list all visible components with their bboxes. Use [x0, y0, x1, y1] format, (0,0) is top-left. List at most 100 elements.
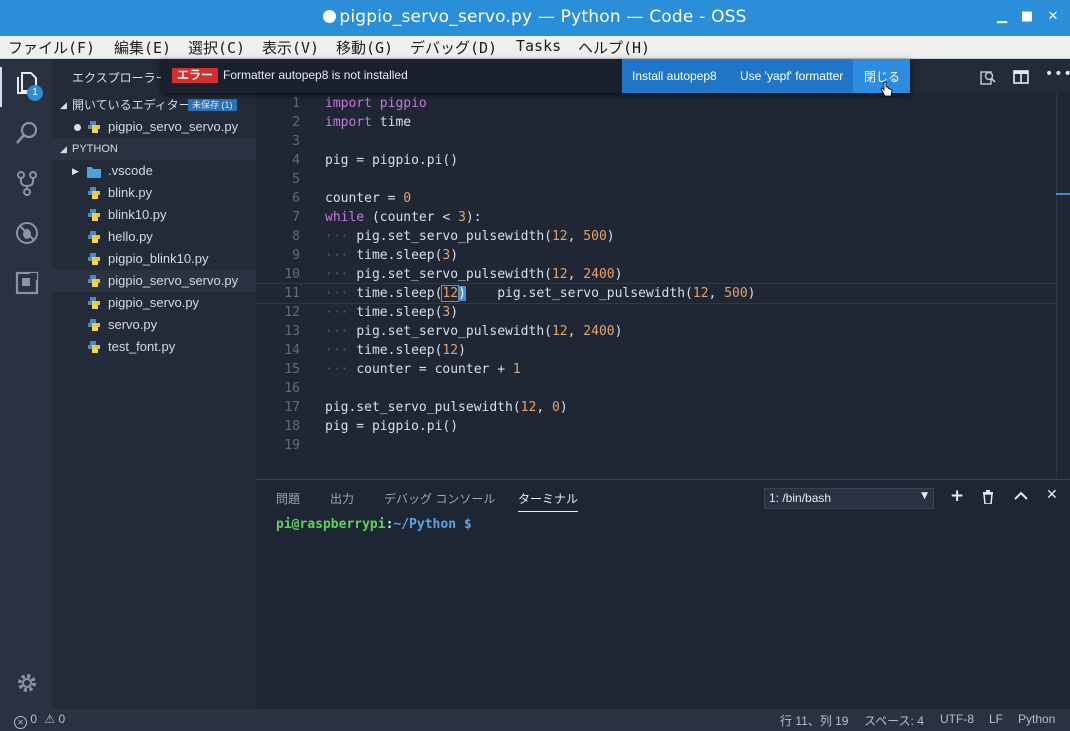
menu-view[interactable]: 表示(V) [262, 37, 319, 58]
explorer-sidebar: エクスプローラー ◢ 開いているエディター 未保存 (1) pigpio_ser… [52, 59, 256, 709]
file-item[interactable]: pigpio_blink10.py [52, 248, 256, 270]
more-actions-icon[interactable]: ••• [1045, 66, 1070, 82]
extensions-icon[interactable] [14, 270, 40, 296]
warning-icon: ⚠ [44, 712, 56, 726]
terminal-select[interactable]: 1: /bin/bash ▼ [764, 488, 934, 509]
tab-debug-console[interactable]: デバッグ コンソール [384, 490, 495, 507]
tab-output[interactable]: 出力 [330, 490, 354, 507]
code-line: ··· pig.set_servo_pulsewidth(12, 2400) [325, 324, 622, 339]
editor-scrollbar[interactable] [1056, 93, 1070, 478]
open-editors-label: 開いているエディター [72, 98, 191, 112]
terminal-select-value: 1: /bin/bash [769, 491, 832, 505]
code-token: 12 [551, 267, 568, 282]
python-file-icon [88, 209, 100, 221]
file-item[interactable]: servo.py [52, 314, 256, 336]
encoding[interactable]: UTF-8 [940, 712, 974, 726]
maximize-icon[interactable]: ■ [1019, 9, 1035, 24]
file-item[interactable]: test_font.py [52, 336, 256, 358]
tab-terminal[interactable]: ターミナル [518, 490, 579, 512]
window-title-text: pigpio_servo_servo.py — Python — Code - … [339, 7, 747, 27]
gear-icon[interactable] [14, 670, 40, 696]
file-item[interactable]: blink10.py [52, 204, 256, 226]
folder-vscode[interactable]: ▶ .vscode [52, 160, 256, 182]
folder-header-python[interactable]: ◢ PYTHON [52, 138, 256, 160]
code-token: 12 [692, 286, 709, 301]
use-yapf-button[interactable]: Use 'yapf' formatter [740, 69, 843, 83]
file-label: pigpio_servo.py [108, 295, 200, 310]
code-token: time.sleep( [356, 305, 443, 320]
file-item[interactable]: hello.py [52, 226, 256, 248]
code-line: import time [325, 115, 411, 130]
indent-guide: ··· [325, 267, 349, 282]
code-line: while (counter < 3): [325, 210, 482, 225]
open-editors-header[interactable]: ◢ 開いているエディター 未保存 (1) [52, 94, 256, 116]
activity-bar: 1 [0, 59, 52, 709]
line-ending[interactable]: LF [989, 712, 1003, 726]
line-number: 7 [292, 210, 300, 225]
window-title: pigpio_servo_servo.py — Python — Code - … [0, 7, 1070, 27]
python-file-icon [88, 187, 100, 199]
code-token: (counter < [364, 210, 459, 225]
search-icon[interactable] [14, 120, 40, 146]
code-token: ) [559, 400, 568, 415]
file-item[interactable]: blink.py [52, 182, 256, 204]
menu-file[interactable]: ファイル(F) [8, 37, 95, 58]
indent-guide: ··· [325, 324, 349, 339]
code-token: , [536, 400, 552, 415]
folder-icon [87, 167, 101, 178]
scrollbar-cursor-marker [1056, 193, 1070, 195]
source-control-icon[interactable] [14, 170, 40, 196]
code-token: counter = [325, 191, 404, 206]
language-mode[interactable]: Python [1018, 712, 1055, 726]
open-changes-icon[interactable] [980, 69, 996, 85]
chevron-right-icon: ▶ [72, 166, 79, 176]
file-item[interactable]: pigpio_servo.py [52, 292, 256, 314]
menu-edit[interactable]: 編集(E) [114, 37, 171, 58]
code-line: pig.set_servo_pulsewidth(12, 0) [325, 400, 568, 415]
maximize-panel-icon[interactable] [1014, 491, 1028, 501]
close-window-icon[interactable]: ✕ [1045, 9, 1061, 24]
menu-tasks[interactable]: Tasks [516, 37, 561, 55]
chevron-down-icon: ◢ [60, 144, 67, 154]
trash-icon[interactable] [982, 490, 994, 504]
status-bar: ✕ 0 ⚠ 0 行 11、列 19 スペース: 4 UTF-8 LF Pytho… [0, 709, 1070, 731]
menu-debug[interactable]: デバッグ(D) [410, 37, 497, 58]
code-token: ) [450, 248, 459, 263]
indentation[interactable]: スペース: 4 [864, 712, 924, 729]
chevron-down-icon: ▼ [921, 491, 928, 501]
indent-guide: ··· [325, 248, 349, 263]
code-token: 12 [520, 400, 537, 415]
code-token: time [371, 115, 412, 130]
new-terminal-icon[interactable]: + [950, 486, 964, 506]
file-label: blink.py [108, 185, 153, 200]
code-line: ··· pig.set_servo_pulsewidth(12, 2400) [325, 267, 622, 282]
prompt-user: pi@raspberrypi [276, 517, 386, 532]
terminal-prompt[interactable]: pi@raspberrypi:~/Python $ [276, 517, 472, 532]
errors-indicator[interactable]: ✕ 0 ⚠ 0 [14, 712, 65, 729]
line-number: 10 [284, 267, 300, 282]
open-editor-item[interactable]: pigpio_servo_servo.py [52, 116, 256, 138]
file-item-selected[interactable]: pigpio_servo_servo.py [52, 270, 256, 292]
code-token: pig.set_servo_pulsewidth( [356, 229, 552, 244]
menu-go[interactable]: 移動(G) [336, 37, 393, 58]
code-line: ··· pig.set_servo_pulsewidth(12, 500) [325, 229, 615, 244]
code-line: ··· time.sleep(3) [325, 248, 458, 263]
install-autopep8-button[interactable]: Install autopep8 [632, 69, 717, 83]
open-editor-filename: pigpio_servo_servo.py [108, 119, 239, 134]
split-editor-icon[interactable] [1013, 69, 1029, 85]
minimize-icon[interactable]: ▁ [994, 9, 1010, 24]
bottom-panel: 問題 出力 デバッグ コンソール ターミナル 1: /bin/bash ▼ + … [256, 479, 1070, 710]
cursor-position[interactable]: 行 11、列 19 [780, 712, 848, 729]
menu-help[interactable]: ヘルプ(H) [578, 37, 650, 58]
cursor-selection: ) [458, 286, 466, 301]
code-token: , [567, 324, 584, 339]
line-number: 8 [292, 229, 300, 244]
code-token: 500 [583, 229, 607, 244]
line-number: 12 [284, 305, 300, 320]
tab-problems[interactable]: 問題 [276, 490, 300, 507]
close-panel-icon[interactable]: ✕ [1046, 487, 1058, 503]
debug-icon[interactable] [14, 220, 40, 246]
menu-selection[interactable]: 選択(C) [188, 37, 245, 58]
code-line: ··· time.sleep(12) pig.set_servo_pulsewi… [325, 285, 756, 302]
folder-label: .vscode [108, 163, 153, 178]
